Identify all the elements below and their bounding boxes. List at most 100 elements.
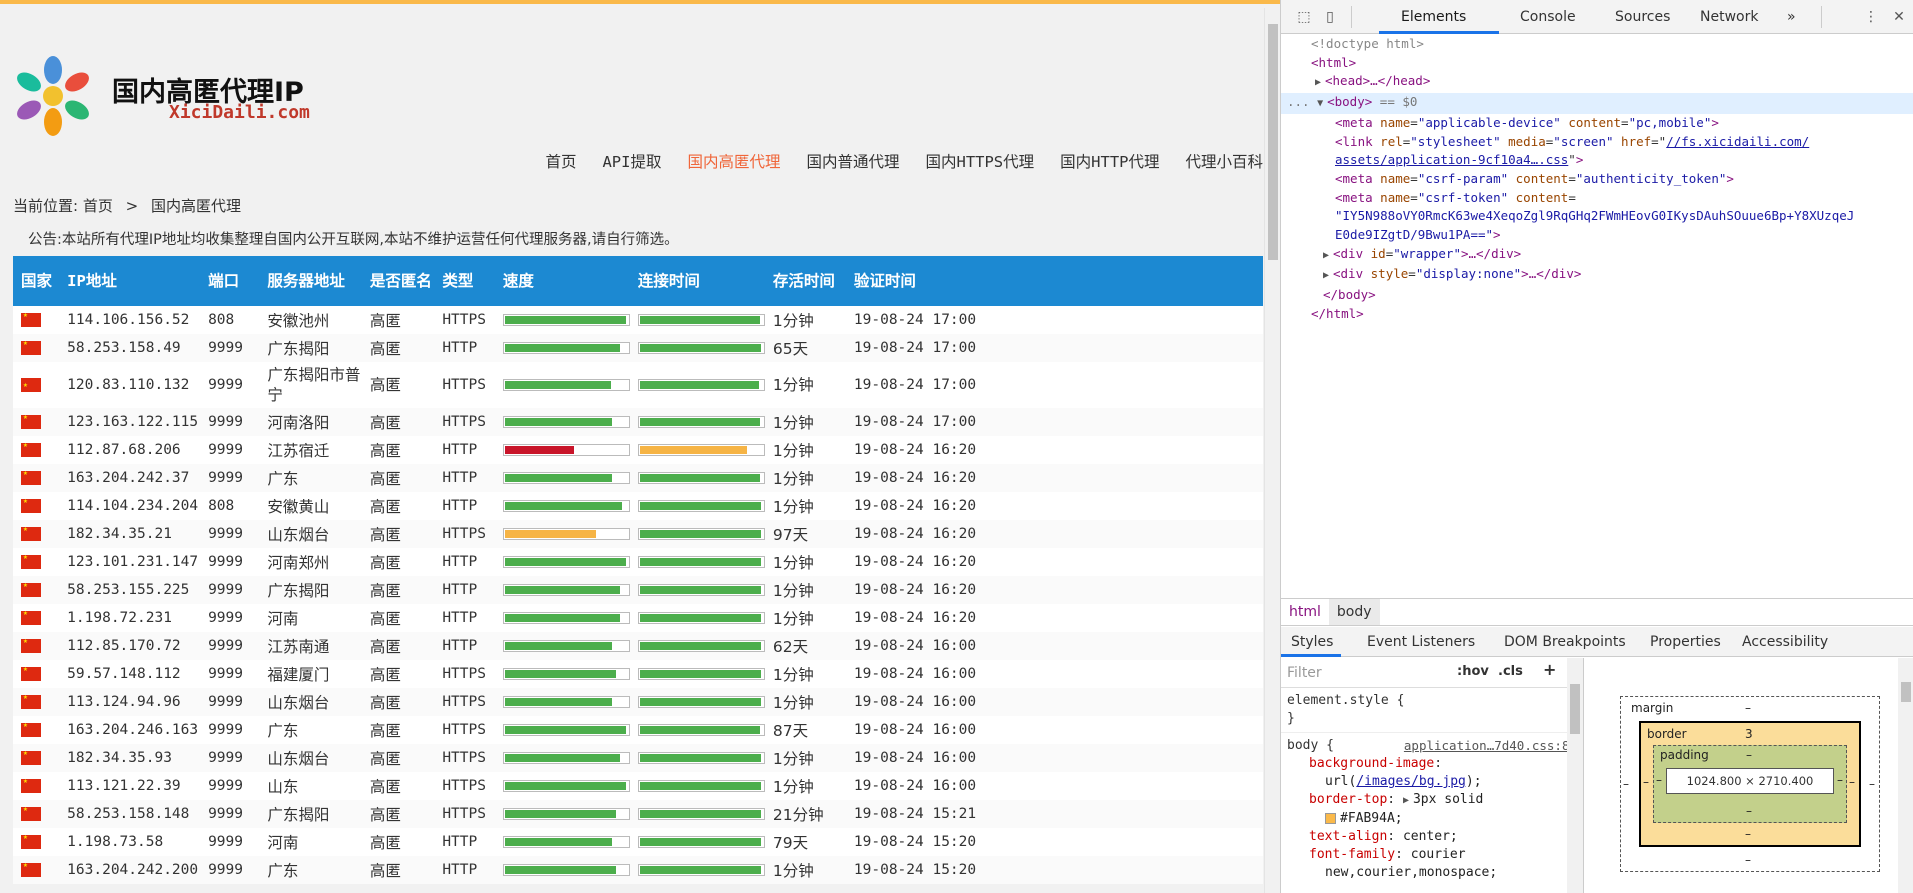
port-cell: 9999 [200, 408, 260, 436]
table-header-row: 国家 IP地址 端口 服务器地址 是否匿名 类型 速度 连接时间 存活时间 验证… [13, 256, 1263, 306]
dom-div-wrapper[interactable]: ▶ <div id="wrapper">…</div> [1281, 245, 1913, 266]
box-model-margin[interactable]: margin – – – – border 3 – – – padding – … [1620, 696, 1880, 872]
nav-item-wiki[interactable]: 代理小百科 [1185, 150, 1263, 172]
css-prop-background-image[interactable]: background-image: [1287, 755, 1577, 773]
breadcrumb-separator: > [125, 197, 139, 215]
table-row: 113.124.94.969999山东烟台高匿HTTPS 1分钟19-08-24 … [13, 688, 1263, 716]
body-style-rule[interactable]: application…7d40.css:86 body { background… [1281, 733, 1583, 886]
padding-left-value[interactable]: – [1656, 773, 1662, 787]
location-cell: 广东 [259, 856, 362, 884]
css-prop-border-top[interactable]: border-top: ▶ 3px solid [1287, 791, 1577, 810]
dom-body-close[interactable]: </body> [1281, 286, 1913, 305]
collapse-arrow-icon[interactable]: ▼ [1317, 95, 1327, 114]
expand-arrow-icon[interactable]: ▶ [1323, 247, 1333, 266]
padding-bottom-value[interactable]: – [1746, 804, 1752, 818]
styles-filter-input[interactable]: Filter [1287, 664, 1322, 682]
new-rule-button[interactable]: + [1543, 661, 1556, 679]
dom-link-href-continued[interactable]: assets/application-9cf10a4….css"> [1281, 151, 1913, 170]
hover-state-toggle[interactable]: :hov [1457, 663, 1489, 681]
subtab-event-listeners[interactable]: Event Listeners [1367, 634, 1475, 650]
dom-div-hidden[interactable]: ▶ <div style="display:none">…</div> [1281, 265, 1913, 286]
dom-crumb-html[interactable]: html [1281, 599, 1329, 625]
box-model-padding[interactable]: padding – – – – 1024.800 × 2710.400 [1653, 745, 1847, 823]
css-value-background-image[interactable]: url(/images/bg.jpg); [1287, 773, 1577, 791]
site-domain[interactable]: XiciDaili.com [169, 102, 310, 123]
device-toolbar-icon[interactable]: ▯ [1321, 8, 1339, 26]
styles-scrollbar-thumb[interactable] [1570, 684, 1580, 734]
more-tabs-icon[interactable]: » [1787, 9, 1796, 25]
border-left-value[interactable]: – [1643, 775, 1649, 789]
expand-arrow-icon[interactable]: ▶ [1323, 267, 1333, 286]
border-right-value[interactable]: – [1849, 775, 1855, 789]
dom-head-node[interactable]: ▶ <head>…</head> [1281, 72, 1913, 93]
dom-body-node[interactable]: ... ▼ <body> == $0 [1281, 93, 1913, 114]
border-bottom-value[interactable]: – [1745, 827, 1751, 841]
nav-item-high-anon[interactable]: 国内高匿代理 [687, 150, 780, 172]
margin-bottom-value[interactable]: – [1745, 853, 1751, 867]
subtab-accessibility[interactable]: Accessibility [1742, 634, 1828, 650]
page-scrollbar[interactable] [1264, 8, 1280, 893]
margin-right-value[interactable]: – [1869, 777, 1875, 791]
kebab-menu-icon[interactable]: ⋮ [1862, 8, 1880, 26]
css-value-font-family-cont[interactable]: new,courier,monospace; [1287, 864, 1577, 882]
rule-source-link[interactable]: application…7d40.css:86 [1404, 737, 1577, 755]
dom-crumb-body[interactable]: body [1328, 599, 1380, 625]
country-cell [13, 632, 60, 660]
speed-cell [494, 464, 630, 492]
nav-item-api[interactable]: API提取 [602, 150, 661, 172]
nav-item-home[interactable]: 首页 [545, 150, 576, 172]
dom-meta-csrf-param[interactable]: <meta name="csrf-param" content="authent… [1281, 170, 1913, 189]
speed-bar [502, 528, 630, 540]
padding-right-value[interactable]: – [1837, 773, 1843, 787]
box-model-content-size[interactable]: 1024.800 × 2710.400 [1666, 768, 1834, 794]
location-cell: 安徽黄山 [259, 492, 362, 520]
box-model-scrollbar[interactable] [1898, 658, 1913, 893]
site-logo[interactable] [13, 56, 93, 136]
close-devtools-icon[interactable]: ✕ [1890, 8, 1908, 26]
inspect-element-icon[interactable]: ⬚ [1295, 8, 1313, 26]
ip-cell: 112.87.68.206 [59, 436, 201, 464]
dom-meta-device[interactable]: <meta name="applicable-device" content="… [1281, 114, 1913, 133]
devtools-panel: ⬚ ▯ Elements Console Sources Network » ⋮… [1280, 0, 1913, 893]
dom-link-stylesheet[interactable]: <link rel="stylesheet" media="screen" hr… [1281, 133, 1913, 152]
dom-meta-csrf-token[interactable]: <meta name="csrf-token" content= [1281, 189, 1913, 208]
tab-network[interactable]: Network [1700, 9, 1758, 25]
styles-scrollbar[interactable] [1567, 658, 1583, 893]
verified-time-cell: 19-08-24 16:00 [845, 716, 1263, 744]
china-flag-icon [21, 310, 41, 327]
breadcrumb-home[interactable]: 首页 [83, 197, 113, 215]
subtab-properties[interactable]: Properties [1650, 634, 1721, 650]
margin-left-value[interactable]: – [1623, 777, 1629, 791]
class-toggle[interactable]: .cls [1498, 663, 1523, 681]
subtab-dom-breakpoints[interactable]: DOM Breakpoints [1504, 634, 1626, 650]
css-prop-text-align[interactable]: text-align: center; [1287, 828, 1577, 846]
box-model-scrollbar-thumb[interactable] [1901, 682, 1911, 702]
connect-time-bar [637, 780, 765, 792]
tab-sources[interactable]: Sources [1615, 9, 1670, 25]
alive-time-cell: 79天 [764, 828, 846, 856]
page-scrollbar-thumb[interactable] [1268, 24, 1278, 260]
box-model-border[interactable]: border 3 – – – padding – – – – 1024.800 … [1639, 721, 1861, 847]
css-prop-font-family[interactable]: font-family: courier [1287, 846, 1577, 864]
border-top-value[interactable]: 3 [1745, 727, 1753, 741]
nav-item-https[interactable]: 国内HTTPS代理 [925, 150, 1034, 172]
tab-elements[interactable]: Elements [1401, 9, 1466, 25]
margin-top-value[interactable]: – [1745, 701, 1751, 715]
nav-item-normal[interactable]: 国内普通代理 [806, 150, 899, 172]
css-value-border-color[interactable]: #FAB94A; [1287, 810, 1577, 828]
element-style-rule[interactable]: element.style { } [1281, 688, 1583, 733]
dom-meta-csrf-token-value-end[interactable]: E0de9IZgtD/9Bwu1PA=="> [1281, 226, 1913, 245]
nav-item-http[interactable]: 国内HTTP代理 [1060, 150, 1159, 172]
dom-html-close[interactable]: </html> [1281, 305, 1913, 324]
dom-html-open[interactable]: <html> [1281, 54, 1913, 73]
padding-top-value[interactable]: – [1746, 748, 1752, 762]
tab-console[interactable]: Console [1520, 9, 1576, 25]
subtab-styles[interactable]: Styles [1291, 634, 1333, 650]
table-row: 112.87.68.2069999江苏宿迁高匿HTTP 1分钟19-08-24 1… [13, 436, 1263, 464]
dom-doctype[interactable]: <!doctype html> [1281, 35, 1913, 54]
color-swatch[interactable] [1325, 813, 1336, 824]
expand-arrow-icon[interactable]: ▶ [1315, 74, 1325, 93]
alive-time-cell: 1分钟 [764, 856, 846, 884]
table-row: 123.101.231.1479999河南郑州高匿HTTP 1分钟19-08-24… [13, 548, 1263, 576]
dom-meta-csrf-token-value[interactable]: "IY5N988oVY0RmcK63we4XeqoZgl9RqGHq2FWmHE… [1281, 207, 1913, 226]
